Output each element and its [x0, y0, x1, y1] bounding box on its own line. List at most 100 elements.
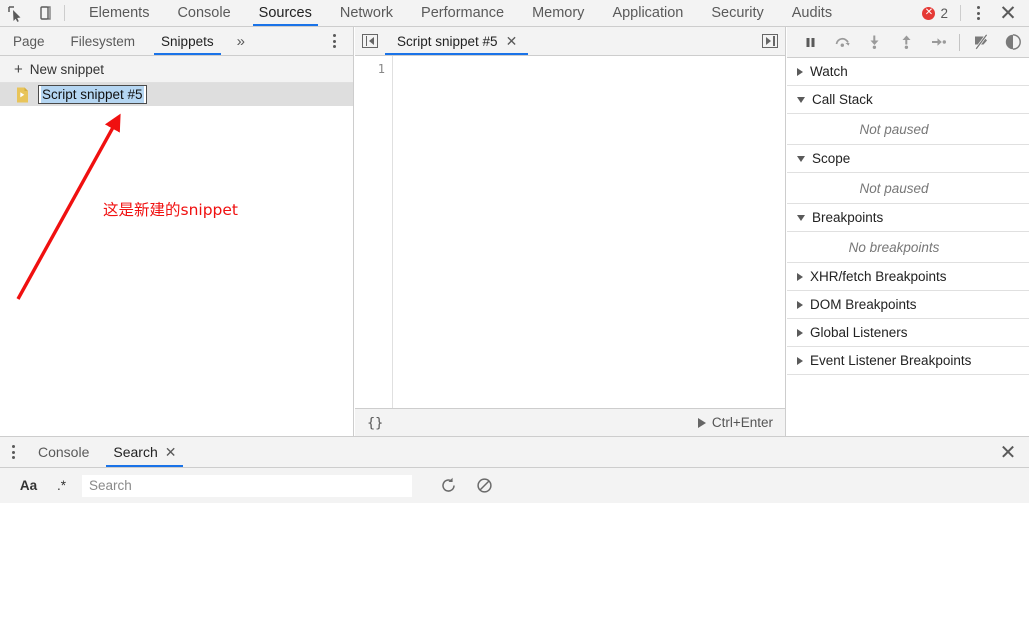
section-title-scope: Scope [812, 151, 851, 166]
match-case-label: Aa [19, 478, 38, 493]
expand-right-triangle-icon [766, 37, 771, 45]
tab-elements-label: Elements [89, 5, 150, 21]
step-into-icon [870, 35, 879, 49]
run-triangle-icon [697, 417, 706, 428]
tab-memory[interactable]: Memory [518, 0, 598, 26]
section-header-scope[interactable]: Scope [787, 145, 1029, 173]
collapse-navigator-icon[interactable] [355, 27, 385, 55]
debugger-sidebar: Watch Call Stack Not paused Scope Not pa… [787, 27, 1029, 436]
pause-on-exceptions-button[interactable] [997, 27, 1029, 58]
drawer-tab-search-close-icon[interactable]: ✕ [165, 445, 177, 459]
deactivate-breakpoints-button[interactable] [965, 27, 997, 58]
section-header-xhr-breakpoints[interactable]: XHR/fetch Breakpoints [787, 263, 1029, 291]
navigator-more-options-icon[interactable] [321, 27, 347, 55]
tab-network[interactable]: Network [326, 0, 407, 26]
drawer-close-glyph: ✕ [999, 441, 1017, 464]
page-blank-area [0, 503, 1029, 628]
editor-panel: Script snippet #5 ✕ 1 {} Ctrl+Enter [355, 27, 786, 436]
tab-security[interactable]: Security [697, 0, 777, 26]
section-title-global-listeners: Global Listeners [810, 325, 908, 340]
tab-audits-label: Audits [791, 5, 833, 21]
script-snippet-file-icon [16, 87, 29, 103]
search-input[interactable] [82, 474, 412, 497]
pretty-print-icon[interactable]: {} [367, 415, 383, 431]
section-header-dom-breakpoints[interactable]: DOM Breakpoints [787, 291, 1029, 319]
drawer-panel: Console Search ✕ ✕ Aa .* [0, 436, 1029, 503]
editor-tabbar: Script snippet #5 ✕ [355, 27, 785, 56]
section-title-xhr-breakpoints: XHR/fetch Breakpoints [810, 269, 947, 284]
editor-tab-label: Script snippet #5 [397, 33, 498, 49]
call-stack-status: Not paused [787, 114, 1029, 145]
tab-application[interactable]: Application [598, 0, 697, 26]
match-case-toggle[interactable]: Aa [12, 478, 45, 493]
more-options-icon[interactable] [965, 6, 991, 20]
section-header-breakpoints[interactable]: Breakpoints [787, 204, 1029, 232]
toolbar-divider [64, 5, 65, 21]
tab-audits[interactable]: Audits [778, 0, 846, 26]
scope-status: Not paused [787, 173, 1029, 204]
device-toolbar-icon[interactable] [30, 0, 60, 26]
editor-tab-close-icon[interactable]: ✕ [506, 34, 518, 48]
section-header-watch[interactable]: Watch [787, 58, 1029, 86]
tab-performance[interactable]: Performance [407, 0, 518, 26]
snippet-name-input[interactable]: Script snippet #5 [38, 85, 147, 104]
snippet-list-item[interactable]: Script snippet #5 [0, 83, 353, 106]
section-header-call-stack[interactable]: Call Stack [787, 86, 1029, 114]
editor-tabbar-right [755, 27, 785, 55]
drawer-tab-search-label: Search [113, 444, 158, 460]
section-title-breakpoints: Breakpoints [812, 210, 884, 225]
nav-tab-snippets-label: Snippets [161, 33, 214, 49]
tab-sources[interactable]: Sources [245, 0, 326, 26]
step-out-button[interactable] [891, 27, 923, 58]
step-into-button[interactable] [859, 27, 891, 58]
run-snippet-hint[interactable]: Ctrl+Enter [697, 415, 773, 430]
nav-tab-snippets[interactable]: Snippets [148, 27, 227, 55]
line-number: 1 [377, 62, 385, 76]
nav-tab-page[interactable]: Page [0, 27, 58, 55]
deactivate-breakpoints-icon [974, 34, 988, 50]
close-devtools-icon[interactable]: ✕ [991, 1, 1025, 26]
main-toolbar: Elements Console Sources Network Perform… [0, 0, 1029, 27]
chevron-right-icon [797, 272, 803, 281]
step-over-button[interactable] [827, 27, 859, 58]
tab-elements[interactable]: Elements [75, 0, 163, 26]
drawer-close-icon[interactable]: ✕ [987, 437, 1029, 467]
nav-tab-page-label: Page [13, 33, 45, 49]
chevron-double-right-icon[interactable]: » [227, 27, 255, 55]
section-title-event-listener-breakpoints: Event Listener Breakpoints [810, 353, 972, 368]
expand-debugger-icon[interactable] [755, 27, 785, 55]
section-title-call-stack: Call Stack [812, 92, 873, 107]
drawer-tab-console[interactable]: Console [26, 437, 101, 467]
tab-application-label: Application [612, 5, 684, 21]
tab-console[interactable]: Console [163, 0, 244, 26]
section-header-event-listener-breakpoints[interactable]: Event Listener Breakpoints [787, 347, 1029, 375]
regex-toggle[interactable]: .* [45, 478, 78, 493]
run-snippet-label: Ctrl+Enter [711, 415, 773, 430]
error-count-badge[interactable]: ✕ 2 [914, 6, 956, 21]
chevron-down-icon [797, 96, 805, 103]
editor-tab-script-snippet[interactable]: Script snippet #5 ✕ [385, 27, 529, 55]
devtools-window: Elements Console Sources Network Perform… [0, 0, 1029, 628]
clear-icon[interactable] [466, 477, 502, 494]
inspect-element-icon[interactable] [0, 0, 30, 26]
nav-tab-filesystem[interactable]: Filesystem [58, 27, 149, 55]
refresh-icon[interactable] [430, 477, 466, 494]
new-snippet-button[interactable]: + New snippet [0, 56, 353, 83]
pause-icon [806, 37, 815, 47]
panel-tab-list: Elements Console Sources Network Perform… [75, 0, 846, 26]
code-editor-area[interactable]: 1 [355, 56, 785, 408]
resume-pause-button[interactable] [795, 27, 827, 58]
chevron-right-icon [797, 328, 803, 337]
drawer-more-options-icon[interactable] [0, 437, 26, 467]
chevron-right-icon [797, 356, 803, 365]
step-over-icon [835, 37, 850, 47]
step-button[interactable] [923, 27, 955, 58]
code-content[interactable] [393, 56, 785, 408]
toolbar-divider-right [960, 5, 961, 21]
drawer-tab-search[interactable]: Search ✕ [101, 437, 188, 467]
step-icon [931, 38, 946, 46]
annotation-label: 这是新建的snippet [103, 201, 238, 219]
section-header-global-listeners[interactable]: Global Listeners [787, 319, 1029, 347]
editor-footer: {} Ctrl+Enter [355, 408, 785, 436]
tab-memory-label: Memory [532, 5, 585, 21]
